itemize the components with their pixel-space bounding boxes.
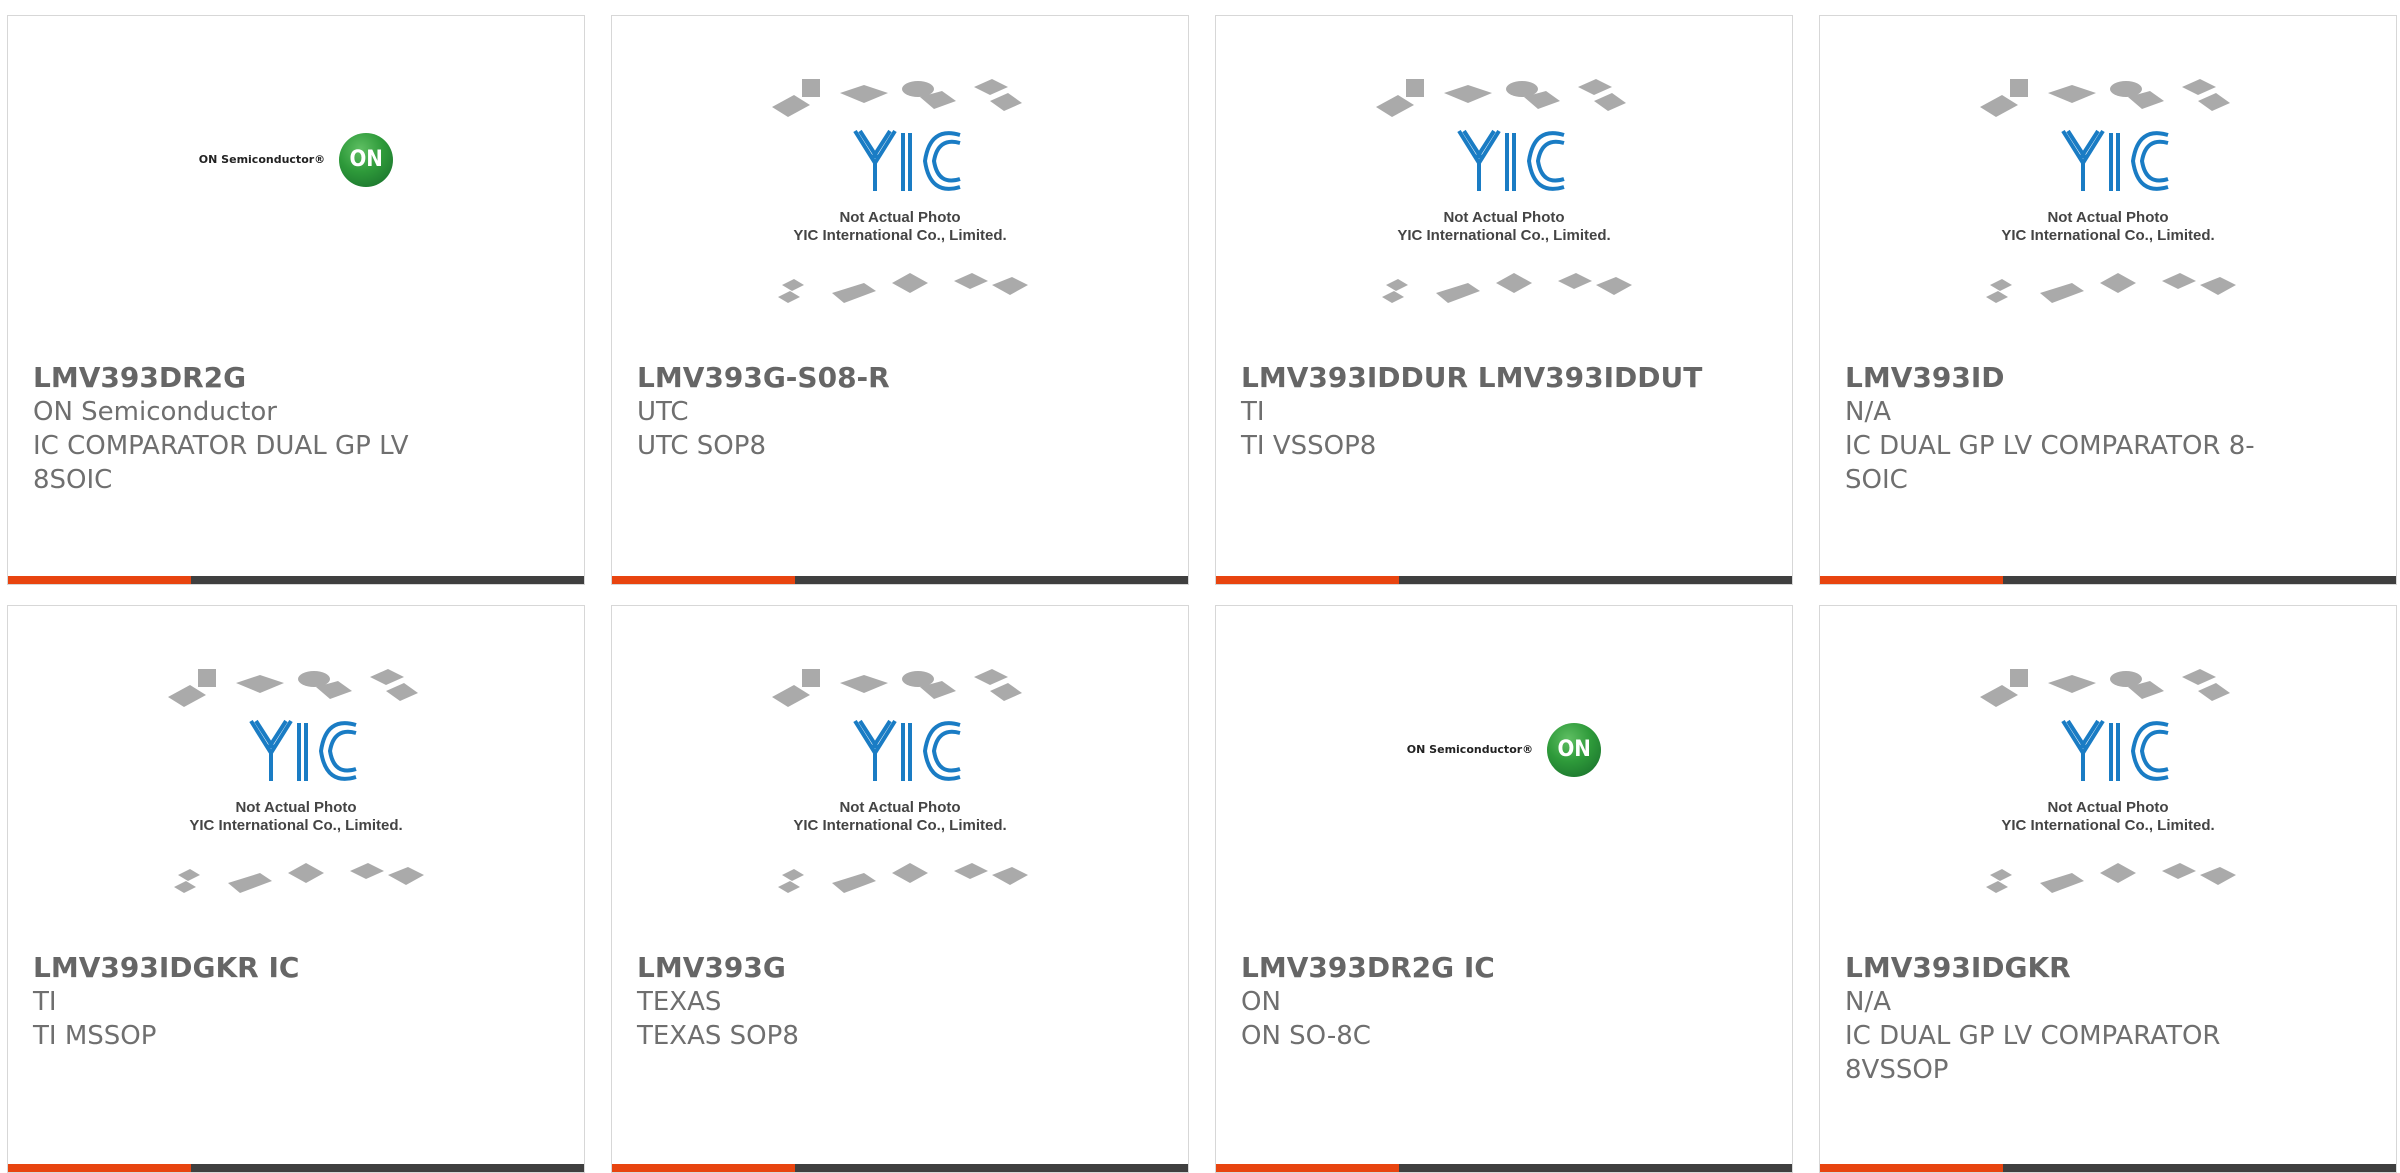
card-bottom-bar <box>8 576 584 584</box>
caption-line2: YIC International Co., Limited. <box>1397 227 1611 244</box>
manufacturer: N/A <box>1845 987 1891 1017</box>
logo-text: ON Semiconductor® <box>198 153 326 166</box>
on-badge-icon: ON <box>1547 722 1602 777</box>
product-card[interactable]: Not Actual Photo YIC International Co., … <box>1215 15 1793 585</box>
card-bottom-bar <box>1216 576 1792 584</box>
product-image: Not Actual Photo YIC International Co., … <box>612 16 1188 351</box>
yic-placeholder-image: Not Actual Photo YIC International Co., … <box>1364 71 1644 321</box>
description-cont: 8SOIC <box>33 465 113 495</box>
description: ON SO-8C <box>1241 1021 1371 1051</box>
caption-line1: Not Actual Photo <box>2047 209 2169 226</box>
manufacturer: UTC <box>637 397 689 427</box>
placeholder-caption: Not Actual Photo YIC International Co., … <box>1968 799 2248 835</box>
card-accent-bar <box>612 576 795 584</box>
description: IC COMPARATOR DUAL GP LV <box>33 431 409 461</box>
yic-placeholder-image: Not Actual Photo YIC International Co., … <box>1968 661 2248 911</box>
card-bottom-bar <box>612 576 1188 584</box>
description: IC DUAL GP LV COMPARATOR 8- <box>1845 431 2255 461</box>
product-card[interactable]: ON Semiconductor® ON LMV393DR2G IC ON ON… <box>1215 605 1793 1173</box>
part-number[interactable]: LMV393IDGKR <box>1845 951 2376 985</box>
on-semiconductor-logo: ON Semiconductor® ON <box>1406 722 1602 777</box>
chip-packages-icon <box>1980 79 2236 303</box>
card-accent-bar <box>8 1164 191 1172</box>
chip-packages-icon <box>772 669 1028 893</box>
product-image: ON Semiconductor® ON <box>8 16 584 351</box>
card-bottom-bar <box>1820 1164 2396 1172</box>
chip-packages-icon <box>168 669 424 893</box>
card-bottom-bar <box>8 1164 584 1172</box>
chip-packages-icon <box>772 79 1028 303</box>
part-number[interactable]: LMV393G <box>637 951 1168 985</box>
yic-placeholder-image: Not Actual Photo YIC International Co., … <box>1968 71 2248 321</box>
caption-line1: Not Actual Photo <box>235 799 357 816</box>
product-card[interactable]: Not Actual Photo YIC International Co., … <box>611 605 1189 1173</box>
product-image: Not Actual Photo YIC International Co., … <box>1820 606 2396 941</box>
card-bottom-bar <box>1820 576 2396 584</box>
part-number[interactable]: LMV393IDGKR IC <box>33 951 564 985</box>
part-number[interactable]: LMV393ID <box>1845 361 2376 395</box>
manufacturer: TI <box>1241 397 1265 427</box>
card-accent-bar <box>8 576 191 584</box>
part-number[interactable]: LMV393DR2G <box>33 361 564 395</box>
product-card[interactable]: ON Semiconductor® ON LMV393DR2G ON Semic… <box>7 15 585 585</box>
card-accent-bar <box>1820 576 2003 584</box>
description: TI MSSOP <box>33 1021 157 1051</box>
caption-line1: Not Actual Photo <box>1443 209 1565 226</box>
caption-line2: YIC International Co., Limited. <box>2001 817 2215 834</box>
product-image: Not Actual Photo YIC International Co., … <box>8 606 584 941</box>
description: TI VSSOP8 <box>1241 431 1377 461</box>
description-cont: SOIC <box>1845 465 1908 495</box>
caption-line1: Not Actual Photo <box>839 209 961 226</box>
manufacturer: ON <box>1241 987 1281 1017</box>
placeholder-caption: Not Actual Photo YIC International Co., … <box>156 799 436 835</box>
card-accent-bar <box>1216 1164 1399 1172</box>
manufacturer: ON Semiconductor <box>33 397 277 427</box>
logo-text: ON Semiconductor® <box>1406 743 1534 756</box>
card-bottom-bar <box>1216 1164 1792 1172</box>
manufacturer: TEXAS <box>637 987 722 1017</box>
caption-line2: YIC International Co., Limited. <box>2001 227 2215 244</box>
product-image: Not Actual Photo YIC International Co., … <box>1216 16 1792 351</box>
chip-packages-icon <box>1980 669 2236 893</box>
caption-line2: YIC International Co., Limited. <box>793 227 1007 244</box>
part-number[interactable]: LMV393DR2G IC <box>1241 951 1772 985</box>
product-card[interactable]: Not Actual Photo YIC International Co., … <box>7 605 585 1173</box>
manufacturer: TI <box>33 987 57 1017</box>
on-badge-icon: ON <box>339 132 394 187</box>
part-number[interactable]: LMV393IDDUR LMV393IDDUT <box>1241 361 1772 395</box>
card-bottom-bar <box>612 1164 1188 1172</box>
product-grid: ON Semiconductor® ON LMV393DR2G ON Semic… <box>0 0 2400 1173</box>
description-cont: 8VSSOP <box>1845 1055 1949 1085</box>
product-image: ON Semiconductor® ON <box>1216 606 1792 941</box>
yic-placeholder-image: Not Actual Photo YIC International Co., … <box>760 71 1040 321</box>
caption-line2: YIC International Co., Limited. <box>793 817 1007 834</box>
product-image: Not Actual Photo YIC International Co., … <box>612 606 1188 941</box>
caption-line2: YIC International Co., Limited. <box>189 817 403 834</box>
on-semiconductor-logo: ON Semiconductor® ON <box>198 132 394 187</box>
product-card[interactable]: Not Actual Photo YIC International Co., … <box>1819 605 2397 1173</box>
product-image: Not Actual Photo YIC International Co., … <box>1820 16 2396 351</box>
card-accent-bar <box>1820 1164 2003 1172</box>
card-accent-bar <box>1216 576 1399 584</box>
placeholder-caption: Not Actual Photo YIC International Co., … <box>760 799 1040 835</box>
chip-packages-icon <box>1376 79 1632 303</box>
yic-placeholder-image: Not Actual Photo YIC International Co., … <box>760 661 1040 911</box>
part-number[interactable]: LMV393G-S08-R <box>637 361 1168 395</box>
description: UTC SOP8 <box>637 431 766 461</box>
placeholder-caption: Not Actual Photo YIC International Co., … <box>760 209 1040 245</box>
yic-placeholder-image: Not Actual Photo YIC International Co., … <box>156 661 436 911</box>
description: TEXAS SOP8 <box>637 1021 799 1051</box>
product-card[interactable]: Not Actual Photo YIC International Co., … <box>611 15 1189 585</box>
placeholder-caption: Not Actual Photo YIC International Co., … <box>1364 209 1644 245</box>
card-accent-bar <box>612 1164 795 1172</box>
placeholder-caption: Not Actual Photo YIC International Co., … <box>1968 209 2248 245</box>
caption-line1: Not Actual Photo <box>2047 799 2169 816</box>
manufacturer: N/A <box>1845 397 1891 427</box>
description: IC DUAL GP LV COMPARATOR <box>1845 1021 2221 1051</box>
caption-line1: Not Actual Photo <box>839 799 961 816</box>
product-card[interactable]: Not Actual Photo YIC International Co., … <box>1819 15 2397 585</box>
